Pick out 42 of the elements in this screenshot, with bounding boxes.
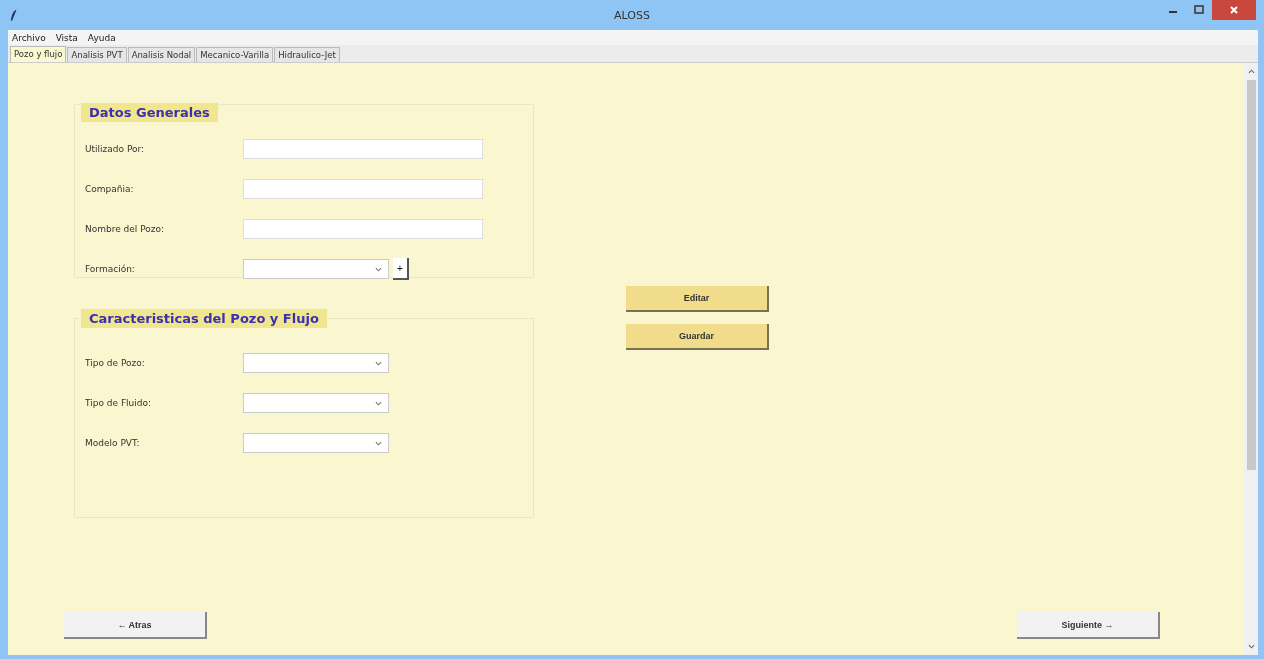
action-button[interactable]: Editar (626, 286, 769, 312)
field-label: Tipo de Pozo: (84, 358, 146, 368)
field-label: Utilizado Por: (84, 144, 146, 154)
back-button[interactable]: ← Atras (64, 612, 207, 639)
chevron-down-icon (375, 400, 382, 406)
close-icon (1229, 5, 1239, 15)
input-field[interactable] (243, 219, 483, 239)
field-label: Modelo PVT: (84, 438, 141, 448)
menu-item[interactable]: Vista (55, 32, 78, 43)
field-label: Formación: (84, 264, 136, 274)
close-button[interactable] (1212, 0, 1256, 20)
maximize-icon (1194, 5, 1204, 15)
field-label: Nombre del Pozo: (84, 224, 166, 234)
scroll-down-icon[interactable] (1247, 644, 1255, 649)
scroll-thumb[interactable] (1246, 80, 1256, 470)
scrollbar[interactable] (1244, 63, 1258, 655)
input-field[interactable] (243, 139, 483, 159)
scroll-up-icon[interactable] (1247, 69, 1255, 74)
chevron-down-icon (375, 360, 382, 366)
chevron-down-icon (375, 440, 382, 446)
input-field[interactable] (243, 179, 483, 199)
window-title: ALOSS (613, 8, 651, 22)
feather-icon (10, 8, 18, 22)
tab[interactable]: Mecanico-Varilla (196, 47, 274, 62)
field-label: Compañia: (84, 184, 135, 194)
tab[interactable]: Analisis Nodal (127, 47, 196, 62)
chevron-down-icon (375, 266, 382, 272)
menu-item[interactable]: Archivo (12, 32, 46, 43)
dropdown-field[interactable] (243, 433, 389, 453)
tab[interactable]: Analisis PVT (67, 47, 127, 62)
tab[interactable]: Hidraulico-Jet (274, 47, 340, 62)
tab[interactable]: Pozo y flujo (10, 46, 67, 62)
dropdown-field[interactable] (243, 259, 389, 279)
group-title: Datos Generales (81, 103, 218, 122)
action-button[interactable]: Guardar (626, 324, 769, 350)
dropdown-field[interactable] (243, 393, 389, 413)
field-label: Tipo de Fluido: (84, 398, 153, 408)
group-title: Caracteristicas del Pozo y Flujo (81, 309, 327, 328)
menu-item[interactable]: Ayuda (87, 32, 116, 43)
add-button[interactable]: + (393, 258, 409, 280)
next-button[interactable]: Siguiente → (1017, 612, 1160, 639)
dropdown-field[interactable] (243, 353, 389, 373)
